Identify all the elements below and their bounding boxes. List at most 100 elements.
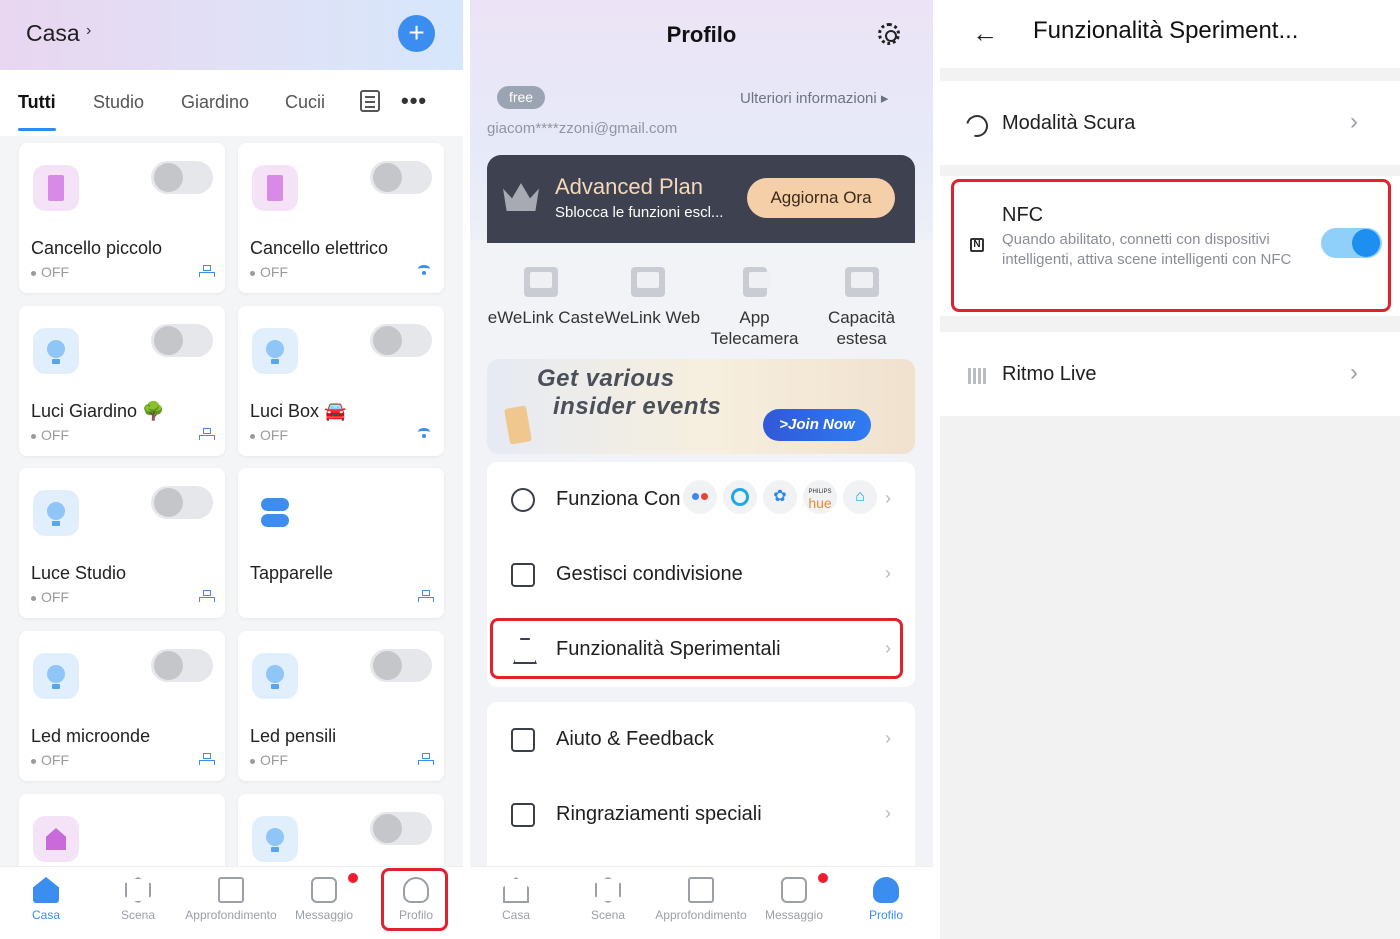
notification-dot bbox=[348, 873, 358, 883]
device-card[interactable]: Cancello piccolo OFF bbox=[19, 143, 225, 293]
device-toggle[interactable] bbox=[151, 161, 213, 194]
network-icon bbox=[199, 428, 215, 440]
device-status: OFF bbox=[250, 427, 288, 443]
nav-profilo[interactable]: Profilo bbox=[840, 867, 932, 939]
add-device-button[interactable]: + bbox=[398, 15, 435, 52]
gift-icon bbox=[511, 803, 535, 827]
panel-separator bbox=[933, 0, 940, 939]
tab-cucina[interactable]: Cucii bbox=[285, 92, 325, 113]
bulb-icon bbox=[33, 490, 79, 536]
device-toggle[interactable] bbox=[151, 324, 213, 357]
home-title[interactable]: Casa bbox=[26, 20, 80, 47]
scene-icon bbox=[125, 877, 151, 903]
device-toggle[interactable] bbox=[370, 161, 432, 194]
home-screen: Casa › + Tutti Studio Giardino Cucii •••… bbox=[0, 0, 463, 939]
tool-label: eWeLink Cast bbox=[487, 308, 594, 327]
top-bar: ← Funzionalità Speriment... bbox=[940, 0, 1400, 68]
menu-label: Aiuto & Feedback bbox=[556, 728, 714, 750]
user-icon bbox=[873, 877, 899, 903]
list-icon[interactable] bbox=[360, 90, 380, 112]
tab-giardino[interactable]: Giardino bbox=[181, 92, 249, 113]
more-options-icon[interactable]: ••• bbox=[401, 88, 427, 114]
device-name: Tapparelle bbox=[250, 563, 334, 583]
setting-ritmo-live[interactable]: Ritmo Live › bbox=[940, 332, 1400, 416]
device-toggle[interactable] bbox=[151, 486, 213, 519]
nav-casa[interactable]: Casa bbox=[470, 867, 562, 939]
nav-scena[interactable]: Scena bbox=[562, 867, 654, 939]
grid-icon bbox=[218, 877, 244, 903]
plan-card[interactable]: Advanced Plan Sblocca le funzioni escl..… bbox=[487, 155, 915, 243]
join-now-button[interactable]: >Join Now bbox=[763, 409, 871, 441]
wifi-icon bbox=[418, 428, 430, 438]
home-header: Casa › + bbox=[0, 0, 463, 70]
device-card[interactable]: Led microonde OFF bbox=[19, 631, 225, 781]
door-icon bbox=[252, 165, 298, 211]
banner-headline-2: insider events bbox=[553, 393, 722, 420]
feedback-icon bbox=[511, 728, 535, 752]
nav-messaggio[interactable]: Messaggio bbox=[748, 867, 840, 939]
message-icon bbox=[311, 877, 337, 903]
wifi-icon bbox=[418, 265, 430, 275]
nav-approfondimento[interactable]: Approfondimento bbox=[185, 867, 277, 939]
nav-scena[interactable]: Scena bbox=[92, 867, 184, 939]
crown-icon bbox=[503, 183, 539, 211]
door-icon bbox=[33, 165, 79, 211]
device-name: Cancello elettrico bbox=[250, 238, 389, 258]
device-name: Luci Box 🚘 bbox=[250, 401, 347, 421]
tab-tutti[interactable]: Tutti bbox=[18, 92, 56, 113]
chevron-right-icon: › bbox=[885, 728, 891, 748]
device-toggle[interactable] bbox=[151, 649, 213, 682]
device-toggle[interactable] bbox=[370, 649, 432, 682]
notification-dot bbox=[818, 873, 828, 883]
upgrade-button[interactable]: Aggiorna Ora bbox=[747, 178, 895, 218]
device-card[interactable]: Tapparelle bbox=[238, 468, 444, 618]
device-toggle[interactable] bbox=[370, 812, 432, 845]
chevron-right-icon: › bbox=[1350, 359, 1358, 386]
page-title: Profilo bbox=[666, 22, 737, 47]
setting-dark-mode[interactable]: Modalità Scura › bbox=[940, 81, 1400, 165]
network-icon bbox=[199, 590, 215, 602]
menu-aiuto-feedback[interactable]: Aiuto & Feedback › bbox=[487, 702, 915, 777]
camera-phone-icon bbox=[743, 267, 771, 297]
events-banner[interactable]: Get various insider events >Join Now bbox=[487, 359, 915, 454]
bulb-icon bbox=[252, 653, 298, 699]
heart-circle-icon bbox=[511, 488, 535, 512]
gear-icon[interactable] bbox=[878, 23, 900, 45]
menu-funziona-con[interactable]: Funziona Con ✿ PHILIPS hue ⌂ › bbox=[487, 462, 915, 537]
plan-title: Advanced Plan bbox=[555, 174, 703, 199]
nav-label: Messaggio bbox=[294, 908, 354, 922]
chevron-right-icon[interactable]: › bbox=[86, 22, 91, 40]
tab-studio[interactable]: Studio bbox=[93, 92, 144, 113]
device-card[interactable]: Led pensili OFF bbox=[238, 631, 444, 781]
device-card[interactable]: Luci Box 🚘 OFF bbox=[238, 306, 444, 456]
more-info-link[interactable]: Ulteriori informazioni ▸ bbox=[740, 89, 888, 107]
device-card[interactable]: Luce Studio OFF bbox=[19, 468, 225, 618]
menu-ringraziamenti[interactable]: Ringraziamenti speciali › bbox=[487, 777, 915, 852]
device-name: Led microonde bbox=[31, 726, 151, 746]
nav-casa[interactable]: Casa bbox=[0, 867, 92, 939]
chevron-right-icon: › bbox=[885, 803, 891, 823]
experimental-features-screen: ← Funzionalità Speriment... Modalità Scu… bbox=[940, 0, 1400, 939]
nav-messaggio[interactable]: Messaggio bbox=[278, 867, 370, 939]
highlight-frame bbox=[490, 618, 903, 679]
menu-group-2: Aiuto & Feedback › Ringraziamenti specia… bbox=[487, 702, 915, 866]
device-status: OFF bbox=[250, 752, 288, 768]
nav-label: Messaggio bbox=[764, 908, 824, 922]
laptop-icon bbox=[631, 267, 665, 297]
bottom-nav: Casa Scena Approfondimento Messaggio Pro… bbox=[470, 866, 933, 939]
bulb-icon bbox=[33, 328, 79, 374]
menu-gestisci-condivisione[interactable]: Gestisci condivisione › bbox=[487, 537, 915, 612]
device-card[interactable]: Luci Giardino 🌳 OFF bbox=[19, 306, 225, 456]
blinds-icon bbox=[252, 490, 298, 536]
device-card[interactable]: Cancello elettrico OFF bbox=[238, 143, 444, 293]
chevron-right-icon: › bbox=[885, 488, 891, 508]
account-email: giacom****zzoni@gmail.com bbox=[487, 120, 678, 137]
nav-approfondimento[interactable]: Approfondimento bbox=[655, 867, 747, 939]
nav-label: Approfondimento bbox=[655, 908, 747, 922]
tool-label: App Telecamera bbox=[710, 308, 799, 348]
back-arrow-icon[interactable]: ← bbox=[972, 18, 998, 49]
menu-label: Gestisci condivisione bbox=[556, 563, 743, 585]
panel-separator bbox=[463, 0, 470, 939]
device-status: OFF bbox=[31, 589, 69, 605]
device-toggle[interactable] bbox=[370, 324, 432, 357]
